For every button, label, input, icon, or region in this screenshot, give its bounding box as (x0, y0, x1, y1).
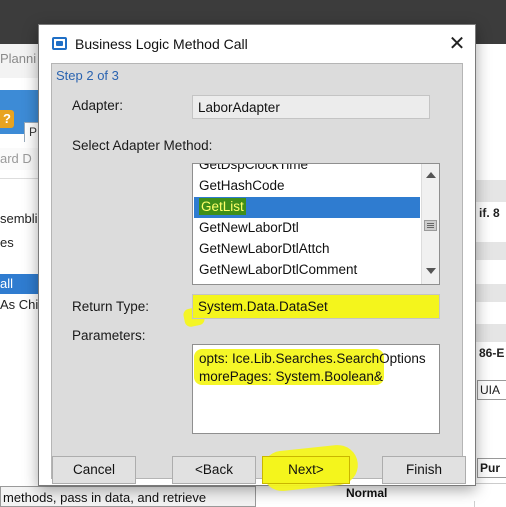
select-method-label: Select Adapter Method: (72, 138, 213, 153)
adapter-method-list[interactable]: GetDspClockTime GetHashCode GetList GetN… (192, 163, 440, 285)
background-breadcrumb: ard D (0, 148, 40, 170)
method-list-scrollbar[interactable] (421, 164, 439, 284)
business-logic-method-call-dialog: Business Logic Method Call ✕ Step 2 of 3… (38, 24, 476, 493)
selected-method-highlight: GetList (199, 198, 246, 215)
list-item-selected[interactable]: GetList (194, 197, 420, 218)
grid-row (475, 324, 506, 342)
tree-item[interactable]: As Chil (0, 295, 40, 315)
scroll-up-icon[interactable] (426, 172, 436, 178)
grid-row (475, 242, 506, 260)
parameter-item: opts: Ice.Lib.Searches.SearchOptions (199, 351, 426, 366)
tree-item[interactable]: sembli (0, 209, 40, 229)
step-indicator: Step 2 of 3 (56, 68, 119, 83)
adapter-field: LaborAdapter (192, 95, 430, 119)
close-icon: ✕ (448, 33, 466, 55)
close-button[interactable]: ✕ (441, 29, 473, 59)
return-type-field: System.Data.DataSet (192, 294, 440, 319)
window-app-icon (52, 37, 67, 50)
grid-text: if. 8 (479, 206, 500, 220)
finish-button[interactable]: Finish (382, 456, 466, 484)
help-icon[interactable]: ? (0, 110, 14, 128)
wizard-panel: Step 2 of 3 Adapter: LaborAdapter Select… (51, 63, 466, 493)
list-item[interactable]: GetNewLaborDtl (194, 218, 420, 239)
adapter-label: Adapter: (72, 98, 124, 113)
grid-cell[interactable]: Pur (477, 458, 506, 478)
parameters-label: Parameters: (72, 328, 146, 343)
grid-row (475, 284, 506, 302)
dialog-title-bar[interactable]: Business Logic Method Call ✕ (39, 25, 475, 63)
list-item[interactable]: GetDspClockTime (194, 164, 420, 176)
return-type-label: Return Type: (72, 299, 150, 314)
next-button[interactable]: Next> (262, 456, 350, 484)
tree-item-selected[interactable]: all (0, 274, 40, 294)
grid-header (475, 180, 506, 202)
back-button[interactable]: <Back (172, 456, 256, 484)
scroll-thumb[interactable] (424, 220, 437, 231)
list-item[interactable]: GetNewLaborDtlAttch (194, 239, 420, 260)
grid-text: 86-E (479, 346, 505, 360)
parameters-box: opts: Ice.Lib.Searches.SearchOptions mor… (192, 344, 440, 434)
background-window-title: Planni (0, 44, 40, 78)
cancel-button[interactable]: Cancel (52, 456, 136, 484)
tooltip: methods, pass in data, and retrieve (0, 486, 256, 507)
scroll-down-icon[interactable] (426, 268, 436, 274)
list-item[interactable]: GetHashCode (194, 176, 420, 197)
grid-cell[interactable]: UIA (477, 380, 506, 400)
tree-item[interactable]: es (0, 233, 40, 253)
dialog-title: Business Logic Method Call (75, 36, 248, 52)
list-item[interactable]: GetNewLaborDtlComment (194, 260, 420, 281)
parameter-item: morePages: System.Boolean& (199, 369, 383, 384)
background-tree-panel: sembli es all As Chil (0, 178, 40, 478)
background-grid-panel: if. 8 86-E UIA Pur (474, 78, 506, 507)
